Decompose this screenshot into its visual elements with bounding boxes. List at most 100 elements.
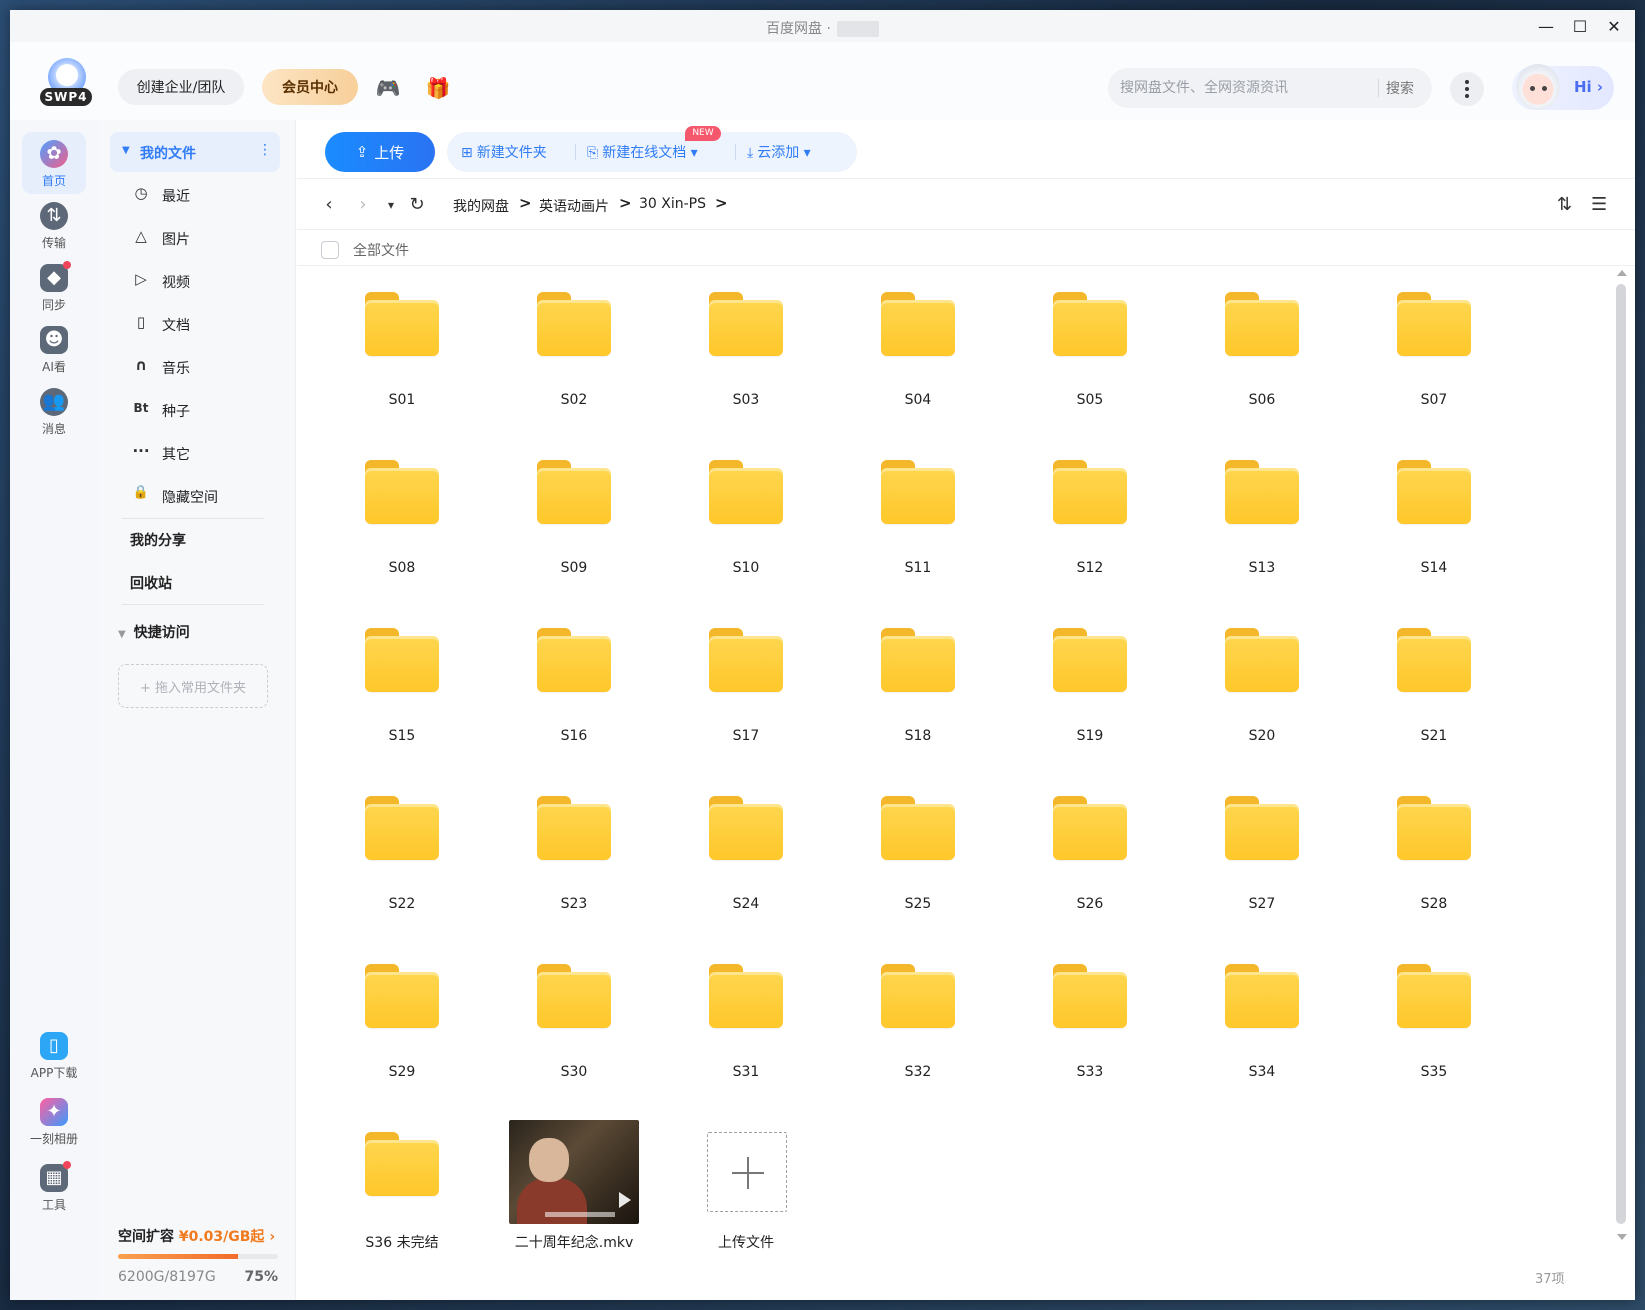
breadcrumb-item[interactable]: 我的网盘 [453, 196, 509, 216]
close-button[interactable]: ✕ [1598, 14, 1630, 38]
folder-item[interactable]: S08 [327, 448, 477, 598]
folder-item[interactable]: S24 [671, 784, 821, 934]
folder-item[interactable]: S20 [1187, 616, 1337, 766]
folder-item[interactable]: S11 [843, 448, 993, 598]
all-files-label: 全部文件 [353, 243, 409, 259]
sidebar-item-my-share[interactable]: 我的分享 [130, 530, 186, 550]
folder-item[interactable]: S03 [671, 280, 821, 430]
folder-item[interactable]: S05 [1015, 280, 1165, 430]
sidebar-item-docs[interactable]: ▯ 文档 [130, 307, 280, 341]
sidebar-item-hidden-space[interactable]: 🔒 隐藏空间 [130, 479, 280, 513]
message-icon: 👥 [40, 388, 68, 416]
back-icon[interactable]: ‹ [317, 194, 341, 215]
folder-item[interactable]: S36 未完结 [327, 1120, 477, 1270]
sidebar-item-videos[interactable]: ▷ 视频 [130, 264, 280, 298]
sidebar-item-images[interactable]: △ 图片 [130, 221, 280, 255]
rail-item-tools[interactable]: ▦ 工具 [22, 1156, 86, 1218]
folder-item[interactable]: S15 [327, 616, 477, 766]
more-vertical-icon[interactable]: ⋮ [258, 142, 272, 158]
sidebar-item-recycle-bin[interactable]: 回收站 [130, 573, 172, 593]
folder-item[interactable]: S14 [1359, 448, 1509, 598]
upload-file-tile[interactable]: 上传文件 [671, 1120, 821, 1270]
folder-item[interactable]: S22 [327, 784, 477, 934]
sidebar-item-my-files[interactable]: ▼ 我的文件 ⋮ [110, 132, 280, 172]
new-doc-button[interactable]: ⎘ 新建在线文档 ▾ [587, 142, 698, 162]
folder-item[interactable]: S19 [1015, 616, 1165, 766]
rail-item-message[interactable]: 👥 消息 [22, 380, 86, 442]
sidebar-item-recent[interactable]: ◷ 最近 [130, 178, 280, 212]
folder-item[interactable]: S26 [1015, 784, 1165, 934]
rail-item-home[interactable]: ✿ 首页 [22, 132, 86, 194]
folder-item[interactable]: S21 [1359, 616, 1509, 766]
folder-item[interactable]: S12 [1015, 448, 1165, 598]
search-input[interactable] [1120, 78, 1370, 98]
gift-icon[interactable]: 🎁 [424, 74, 452, 102]
folder-item[interactable]: S31 [671, 952, 821, 1102]
sidebar-item-other[interactable]: ··· 其它 [130, 436, 280, 470]
upload-button[interactable]: ⇪ 上传 [325, 132, 435, 172]
folder-item[interactable]: S25 [843, 784, 993, 934]
file-name: S32 [904, 1064, 932, 1080]
breadcrumb-item[interactable]: 30 Xin-PS [639, 196, 706, 212]
vip-center-button[interactable]: 会员中心 [262, 69, 358, 105]
select-all-checkbox[interactable] [321, 241, 339, 259]
folder-item[interactable]: S27 [1187, 784, 1337, 934]
minimize-button[interactable]: — [1530, 14, 1562, 38]
list-view-icon[interactable]: ☰ [1591, 194, 1607, 215]
create-team-button[interactable]: 创建企业/团队 [118, 69, 244, 105]
sort-icon[interactable]: ⇅ [1557, 194, 1572, 215]
quick-access-header[interactable]: ▼ 快捷访问 [118, 622, 190, 642]
folder-item[interactable]: S34 [1187, 952, 1337, 1102]
rail-item-transfer[interactable]: ⇅ 传输 [22, 194, 86, 256]
folder-item[interactable]: S02 [499, 280, 649, 430]
folder-item[interactable]: S04 [843, 280, 993, 430]
file-name: 二十周年纪念.mkv [514, 1235, 634, 1251]
rail-item-app-download[interactable]: ▯ APP下载 [22, 1024, 86, 1086]
folder-icon [881, 460, 955, 524]
folder-item[interactable]: S18 [843, 616, 993, 766]
search-button[interactable]: 搜索 [1386, 78, 1414, 98]
breadcrumb-item[interactable]: 英语动画片 [539, 196, 609, 216]
folder-item[interactable]: S09 [499, 448, 649, 598]
history-dropdown-icon[interactable]: ▾ [379, 198, 403, 212]
sidebar-item-label: 隐藏空间 [162, 490, 218, 506]
folder-item[interactable]: S13 [1187, 448, 1337, 598]
folder-item[interactable]: S01 [327, 280, 477, 430]
folder-item[interactable]: S07 [1359, 280, 1509, 430]
video-file-item[interactable]: 二十周年纪念.mkv [499, 1120, 649, 1270]
maximize-button[interactable]: ☐ [1564, 14, 1596, 38]
folder-item[interactable]: S23 [499, 784, 649, 934]
storage-quota[interactable]: 空间扩容 ¥0.03/GB起 › 6200G/8197G 75% [118, 1226, 278, 1285]
new-badge: NEW [685, 126, 721, 141]
folder-item[interactable]: S17 [671, 616, 821, 766]
folder-item[interactable]: S10 [671, 448, 821, 598]
game-icon[interactable]: 🎮 [374, 74, 402, 102]
sidebar-item-torrents[interactable]: Bt 种子 [130, 393, 280, 427]
forward-icon[interactable]: › [351, 194, 375, 215]
folder-body [1397, 804, 1471, 860]
assistant-button[interactable]: Hi › [1512, 64, 1614, 110]
folder-item[interactable]: S28 [1359, 784, 1509, 934]
scroll-down-icon[interactable] [1617, 1234, 1627, 1240]
rail-item-album[interactable]: ✦ 一刻相册 [22, 1090, 86, 1152]
scrollbar-thumb[interactable] [1616, 284, 1626, 1224]
vertical-scrollbar[interactable] [1615, 270, 1629, 1240]
refresh-icon[interactable]: ↻ [405, 194, 429, 215]
folder-item[interactable]: S06 [1187, 280, 1337, 430]
quota-upgrade[interactable]: 空间扩容 ¥0.03/GB起 › [118, 1226, 278, 1246]
scroll-up-icon[interactable] [1617, 270, 1627, 276]
avatar-logo[interactable]: SWP4 [40, 58, 96, 106]
folder-item[interactable]: S33 [1015, 952, 1165, 1102]
quick-access-dropzone[interactable]: + 拖入常用文件夹 [118, 664, 268, 708]
sidebar-item-music[interactable]: ∩ 音乐 [130, 350, 280, 384]
folder-item[interactable]: S30 [499, 952, 649, 1102]
folder-item[interactable]: S35 [1359, 952, 1509, 1102]
more-menu-button[interactable] [1450, 72, 1484, 106]
folder-item[interactable]: S32 [843, 952, 993, 1102]
folder-item[interactable]: S29 [327, 952, 477, 1102]
new-folder-button[interactable]: ⊞ 新建文件夹 [461, 142, 547, 162]
cloud-add-button[interactable]: ⤓ 云添加 ▾ [747, 142, 811, 162]
rail-item-ai[interactable]: ☻ AI看 [22, 318, 86, 380]
rail-item-sync[interactable]: ◆ 同步 [22, 256, 86, 318]
folder-item[interactable]: S16 [499, 616, 649, 766]
